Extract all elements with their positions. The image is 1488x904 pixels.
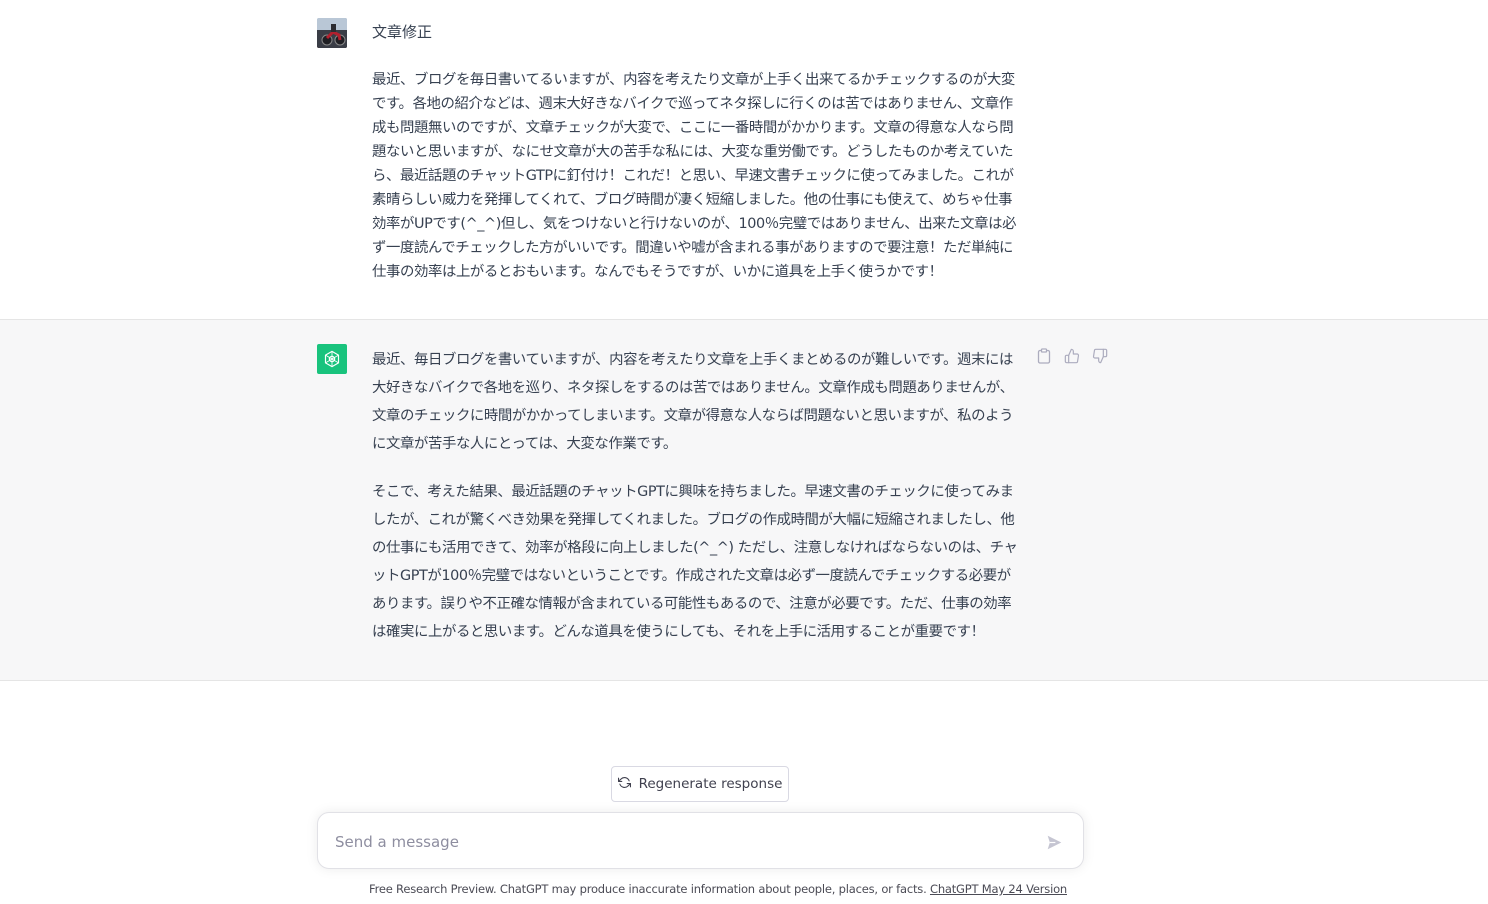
user-message: 文章修正 最近、ブログを毎日書いてるいますが、内容を考えたり文章が上手く出来てる… bbox=[0, 0, 1488, 320]
user-avatar bbox=[317, 18, 347, 48]
regenerate-response-button[interactable]: Regenerate response bbox=[611, 766, 789, 802]
user-message-title: 文章修正 bbox=[372, 23, 433, 41]
thumbs-down-icon[interactable] bbox=[1090, 346, 1110, 366]
regenerate-label: Regenerate response bbox=[638, 776, 783, 792]
version-link[interactable]: ChatGPT May 24 Version bbox=[930, 882, 1067, 896]
message-actions bbox=[1034, 346, 1110, 366]
assistant-message-text: 最近、毎日ブログを書いていますが、内容を考えたり文章を上手くまとめるのが難しいで… bbox=[372, 346, 1024, 666]
assistant-paragraph-2: そこで、考えた結果、最近話題のチャットGPTに興味を持ちました。早速文書のチェッ… bbox=[372, 484, 1018, 640]
message-input[interactable] bbox=[333, 828, 1027, 856]
footer-disclaimer: Free Research Preview. ChatGPT may produ… bbox=[369, 882, 930, 896]
thumbs-up-icon[interactable] bbox=[1062, 346, 1082, 366]
message-composer bbox=[317, 812, 1084, 869]
assistant-paragraph-1: 最近、毎日ブログを書いていますが、内容を考えたり文章を上手くまとめるのが難しいで… bbox=[372, 352, 1014, 452]
clipboard-icon[interactable] bbox=[1034, 346, 1054, 366]
send-icon[interactable] bbox=[1043, 831, 1065, 853]
refresh-icon bbox=[617, 776, 631, 793]
user-message-text: 最近、ブログを毎日書いてるいますが、内容を考えたり文章が上手く出来てるかチェック… bbox=[372, 72, 1017, 280]
chatgpt-logo-icon bbox=[317, 344, 347, 374]
